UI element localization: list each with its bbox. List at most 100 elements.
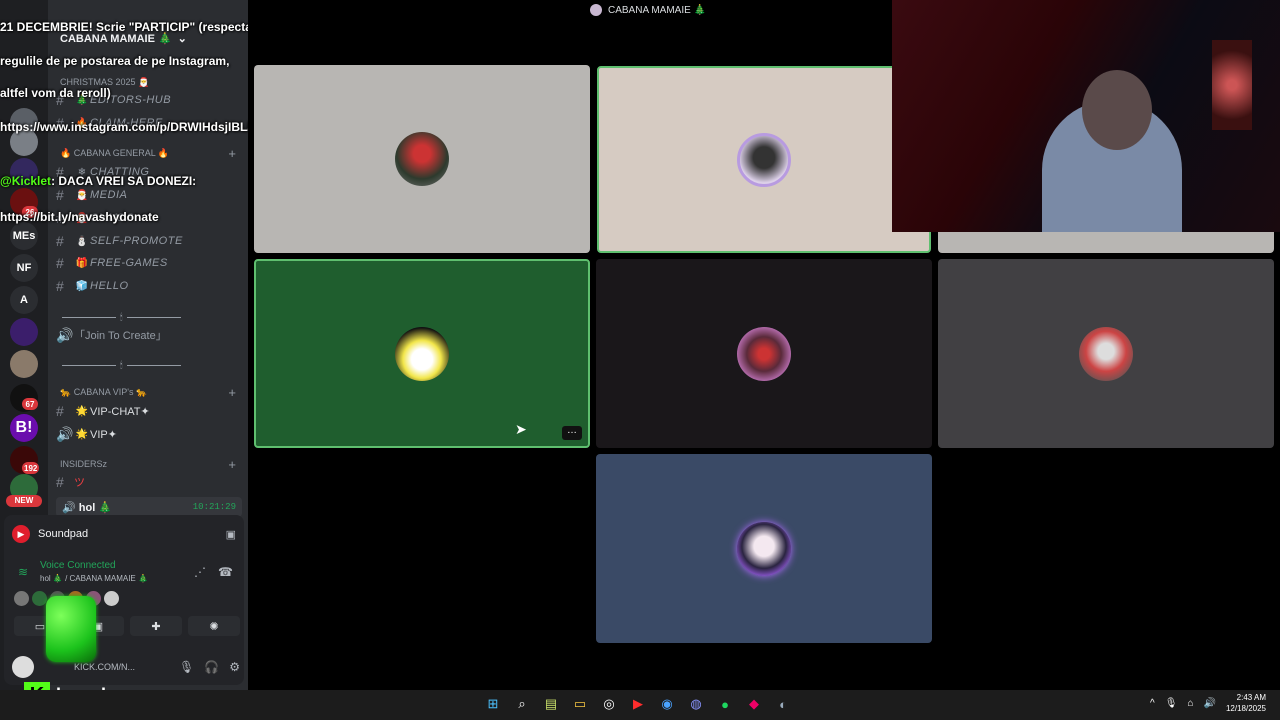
participant-tile[interactable] [596,454,932,643]
voice-timer: 10:21:29 [192,502,236,512]
stage-title: CABANA MAMAIE 🎄 [590,4,706,16]
windows-taskbar: ⊞ ⌕ ▤ ▭ ◎ ▶ ◉ ◍ ● ◆ ◐ ^ 🎙 ⌂ 🔊 2:43 AM 12… [0,690,1280,720]
category-divider: 🕯 [62,310,242,324]
server-icon-6[interactable] [10,350,38,378]
overlay-line: https://bit.ly/navashydonate [0,210,159,224]
hash-icon: # [56,255,64,271]
speaker-icon: 🔊 [56,425,74,442]
channel-vip-chat[interactable]: # 🌟 VIP-CHAT✦ [56,401,242,421]
clock-time: 2:43 AM [1236,693,1266,702]
donate-text: : DACA VREI SA DONEZI: [51,174,197,188]
windows-start-icon[interactable]: ⊞ [482,693,504,715]
overlay-line: 21 DECEMBRIE! Scrie "PARTICIP" (respecta… [0,20,260,34]
speaker-icon: 🔊 [56,326,74,343]
more-options-button[interactable]: … [562,426,582,440]
youtube-icon[interactable]: ▶ [627,693,649,715]
category-label: 🐆 CABANA VIP's 🐆 [60,386,148,397]
avatar [395,326,449,381]
participant-tile[interactable] [938,232,1274,253]
noise-suppression-icon[interactable]: ⋰ [194,565,206,579]
category-vip[interactable]: 🐆 CABANA VIP's 🐆 + [60,384,236,400]
spotify-icon[interactable]: ● [714,693,736,715]
unread-badge: 67 [22,398,38,410]
channel-name: 「Join To Create」 [74,330,167,342]
notepad-icon[interactable]: ▤ [540,693,562,715]
soundpad-activity[interactable]: ▶ Soundpad ▣ [12,523,236,545]
add-channel-icon[interactable]: + [228,457,236,472]
server-icon-a[interactable]: A [10,286,38,314]
overlay-line: regulile de pe postarea de pe Instagram, [0,54,230,68]
browser-icon[interactable]: ◉ [656,693,678,715]
channel-hello[interactable]: # 🧊 HELLO [56,276,242,296]
activity-icon[interactable]: ▣ [226,528,236,541]
active-voice-channel[interactable]: 🔊 hol 🎄 10:21:29 [56,497,242,517]
channel-name: HELLO [90,280,129,292]
disconnect-icon[interactable]: ☎ [218,565,233,579]
participant-tile[interactable] [596,259,932,448]
user-status: KICK.COM/N... [74,662,136,672]
voice-channel-path[interactable]: hol 🎄 / CABANA MAMAIE 🎄 [40,574,148,583]
participant-tile[interactable] [254,65,590,253]
avatar [395,132,449,186]
new-pill[interactable]: NEW [6,495,42,507]
avatar [737,132,791,187]
search-icon[interactable]: ⌕ [511,693,533,715]
participant-tile-speaking[interactable] [597,66,931,253]
headphones-icon[interactable]: 🎧 [204,660,219,674]
server-icon-nf[interactable]: NF [10,254,38,282]
channel-name: VIP✦ [90,428,117,441]
hash-icon: # [56,474,64,490]
soundpad-label: Soundpad [38,528,89,540]
discord-icon[interactable]: ◍ [685,693,707,715]
microphone-icon[interactable]: 🎙 [179,660,194,674]
channel-free-games[interactable]: # 🎁 FREE-GAMES [56,253,242,273]
participant-tile-speaking[interactable]: … [254,259,590,448]
channel-name: ツ [74,477,85,489]
gear-icon[interactable]: ⚙ [229,660,240,674]
app-icon[interactable]: ◆ [743,693,765,715]
overlay-donate-line: @Kicklet: DACA VREI SA DONEZI: [0,154,259,190]
user-area: KICK.COM/N... 🎙 🎧 ⚙ [12,655,240,679]
activities-button[interactable]: ✚ [130,616,182,636]
chevron-up-icon[interactable]: ^ [1150,698,1155,709]
microphone-icon[interactable]: 🎙 [1165,698,1178,709]
channel-name: FREE-GAMES [90,257,168,269]
channel-join-to-create[interactable]: 🔊 「Join To Create」 [56,325,242,345]
avatar [1079,326,1133,381]
avatar[interactable] [12,656,34,678]
avatar[interactable] [32,591,47,606]
channel-name: hol 🎄 [78,501,113,514]
channel-vip-voice[interactable]: 🔊 🌟 VIP✦ [56,424,242,444]
speaker-icon: 🔊 [62,501,76,514]
participant-tile[interactable] [938,259,1274,448]
category-label: INSIDERSz [60,459,108,469]
overlay-line: https://www.instagram.com/p/DRWIHdsjIBL/ [0,120,251,134]
server-icon-b[interactable]: B! [10,414,38,442]
avatar[interactable] [104,591,119,606]
server-icon-5[interactable] [10,318,38,346]
category-divider: 🕯 [62,358,242,372]
stream-overlay-text: 21 DECEMBRIE! Scrie "PARTICIP" (respecta… [0,0,259,244]
steam-icon[interactable]: ◐ [772,693,794,715]
signal-icon: ≋ [18,565,29,579]
channel-emoji: 🎁 [75,257,89,269]
avatar[interactable] [14,591,29,606]
webcam-head [1082,70,1152,150]
soundboard-button[interactable]: ✺ [188,616,240,636]
channel-name: VIP-CHAT✦ [90,405,150,418]
stage-title-text: CABANA MAMAIE 🎄 [608,4,707,16]
clock[interactable]: 2:43 AM 12/18/2025 [1226,692,1266,714]
add-channel-icon[interactable]: + [228,385,236,400]
network-icon[interactable]: ⌂ [1187,698,1193,709]
clock-date: 12/18/2025 [1225,704,1266,713]
star-icon: 🌟 [75,405,89,417]
kick-username: @Kicklet [0,174,52,188]
obs-icon[interactable]: ◎ [598,693,620,715]
avatar [737,326,791,381]
category-insiders[interactable]: INSIDERSz + [60,456,236,472]
overlay-line: altfel vom da reroll) [0,86,111,100]
server-icon [590,4,602,16]
volume-icon[interactable]: 🔊 [1204,698,1216,709]
channel-insiders[interactable]: # ツ [56,472,242,492]
file-explorer-icon[interactable]: ▭ [569,693,591,715]
